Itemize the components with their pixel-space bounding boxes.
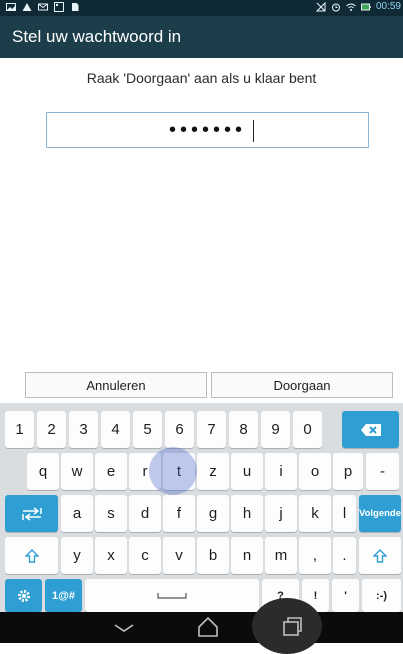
key-2[interactable]: 2 — [37, 411, 66, 448]
touch-indicator — [149, 447, 197, 495]
key-u[interactable]: u — [231, 453, 263, 490]
picture-icon — [6, 3, 16, 11]
key-3[interactable]: 3 — [69, 411, 98, 448]
key-y[interactable]: y — [61, 537, 93, 574]
backspace-key[interactable] — [342, 411, 399, 448]
alarm-icon — [331, 3, 340, 11]
key-5[interactable]: 5 — [133, 411, 162, 448]
key-o[interactable]: o — [299, 453, 331, 490]
on-screen-keyboard: 1 2 3 4 5 6 7 8 9 0 q w e r t z u i o p … — [0, 403, 403, 612]
key-l[interactable]: l — [333, 495, 356, 532]
shift-icon — [373, 548, 387, 563]
key-j[interactable]: j — [265, 495, 297, 532]
key-hyphen[interactable]: - — [366, 453, 399, 490]
text-cursor — [253, 120, 254, 142]
key-g[interactable]: g — [197, 495, 229, 532]
key-6[interactable]: 6 — [165, 411, 194, 448]
gear-icon — [17, 589, 30, 602]
key-m[interactable]: m — [265, 537, 297, 574]
app-bar: Stel uw wachtwoord in — [0, 16, 403, 58]
key-x[interactable]: x — [95, 537, 127, 574]
shift-icon — [24, 548, 39, 563]
key-c[interactable]: c — [129, 537, 161, 574]
navigation-bar — [0, 598, 403, 654]
key-f[interactable]: f — [163, 495, 195, 532]
backspace-icon — [360, 423, 381, 436]
tab-key[interactable] — [5, 495, 58, 532]
status-time: 00:59 — [375, 1, 401, 12]
key-z[interactable]: z — [197, 453, 229, 490]
key-i[interactable]: i — [265, 453, 297, 490]
key-n[interactable]: n — [231, 537, 263, 574]
key-smiley[interactable]: :-) — [362, 579, 401, 612]
key-q[interactable]: q — [27, 453, 59, 490]
space-key[interactable] — [85, 579, 259, 612]
email-icon — [38, 3, 48, 11]
key-4[interactable]: 4 — [101, 411, 130, 448]
key-9[interactable]: 9 — [261, 411, 290, 448]
recents-icon[interactable] — [280, 616, 304, 638]
key-v[interactable]: v — [163, 537, 195, 574]
key-b[interactable]: b — [197, 537, 229, 574]
back-icon[interactable] — [112, 616, 136, 638]
tab-icon — [21, 506, 42, 521]
key-a[interactable]: a — [61, 495, 93, 532]
key-w[interactable]: w — [61, 453, 93, 490]
password-field[interactable]: ••••••• — [46, 112, 369, 148]
symbols-key[interactable]: 1@# — [45, 579, 82, 612]
home-icon[interactable] — [196, 616, 220, 638]
continue-button[interactable]: Doorgaan — [211, 372, 393, 398]
key-comma[interactable]: , — [299, 537, 331, 574]
no-signal-icon — [315, 1, 326, 11]
key-0[interactable]: 0 — [293, 411, 322, 448]
status-left-icons — [6, 2, 80, 12]
image-icon — [54, 2, 64, 12]
shift-key-left[interactable] — [5, 537, 58, 574]
enter-key[interactable]: Volgende — [359, 495, 401, 532]
key-e[interactable]: e — [95, 453, 127, 490]
key-h[interactable]: h — [231, 495, 263, 532]
cancel-button[interactable]: Annuleren — [25, 372, 207, 398]
password-value: ••••••• — [168, 119, 246, 141]
status-right-icons: 00:59 — [315, 1, 401, 12]
wifi-icon — [346, 3, 356, 11]
space-bar-icon — [157, 592, 187, 599]
key-1[interactable]: 1 — [5, 411, 34, 448]
warning-icon — [22, 3, 32, 11]
key-apostrophe[interactable]: ' — [332, 579, 359, 612]
status-bar: 00:59 — [0, 0, 403, 16]
key-8[interactable]: 8 — [229, 411, 258, 448]
battery-icon — [360, 3, 371, 10]
page-title: Stel uw wachtwoord in — [12, 27, 182, 46]
key-s[interactable]: s — [95, 495, 127, 532]
key-k[interactable]: k — [299, 495, 331, 532]
shift-key-right[interactable] — [359, 537, 401, 574]
key-period[interactable]: . — [333, 537, 356, 574]
key-p[interactable]: p — [333, 453, 363, 490]
settings-key[interactable] — [5, 579, 42, 612]
document-icon — [72, 3, 79, 11]
instruction-text: Raak 'Doorgaan' aan als u klaar bent — [86, 70, 317, 86]
key-d[interactable]: d — [129, 495, 161, 532]
key-7[interactable]: 7 — [197, 411, 226, 448]
